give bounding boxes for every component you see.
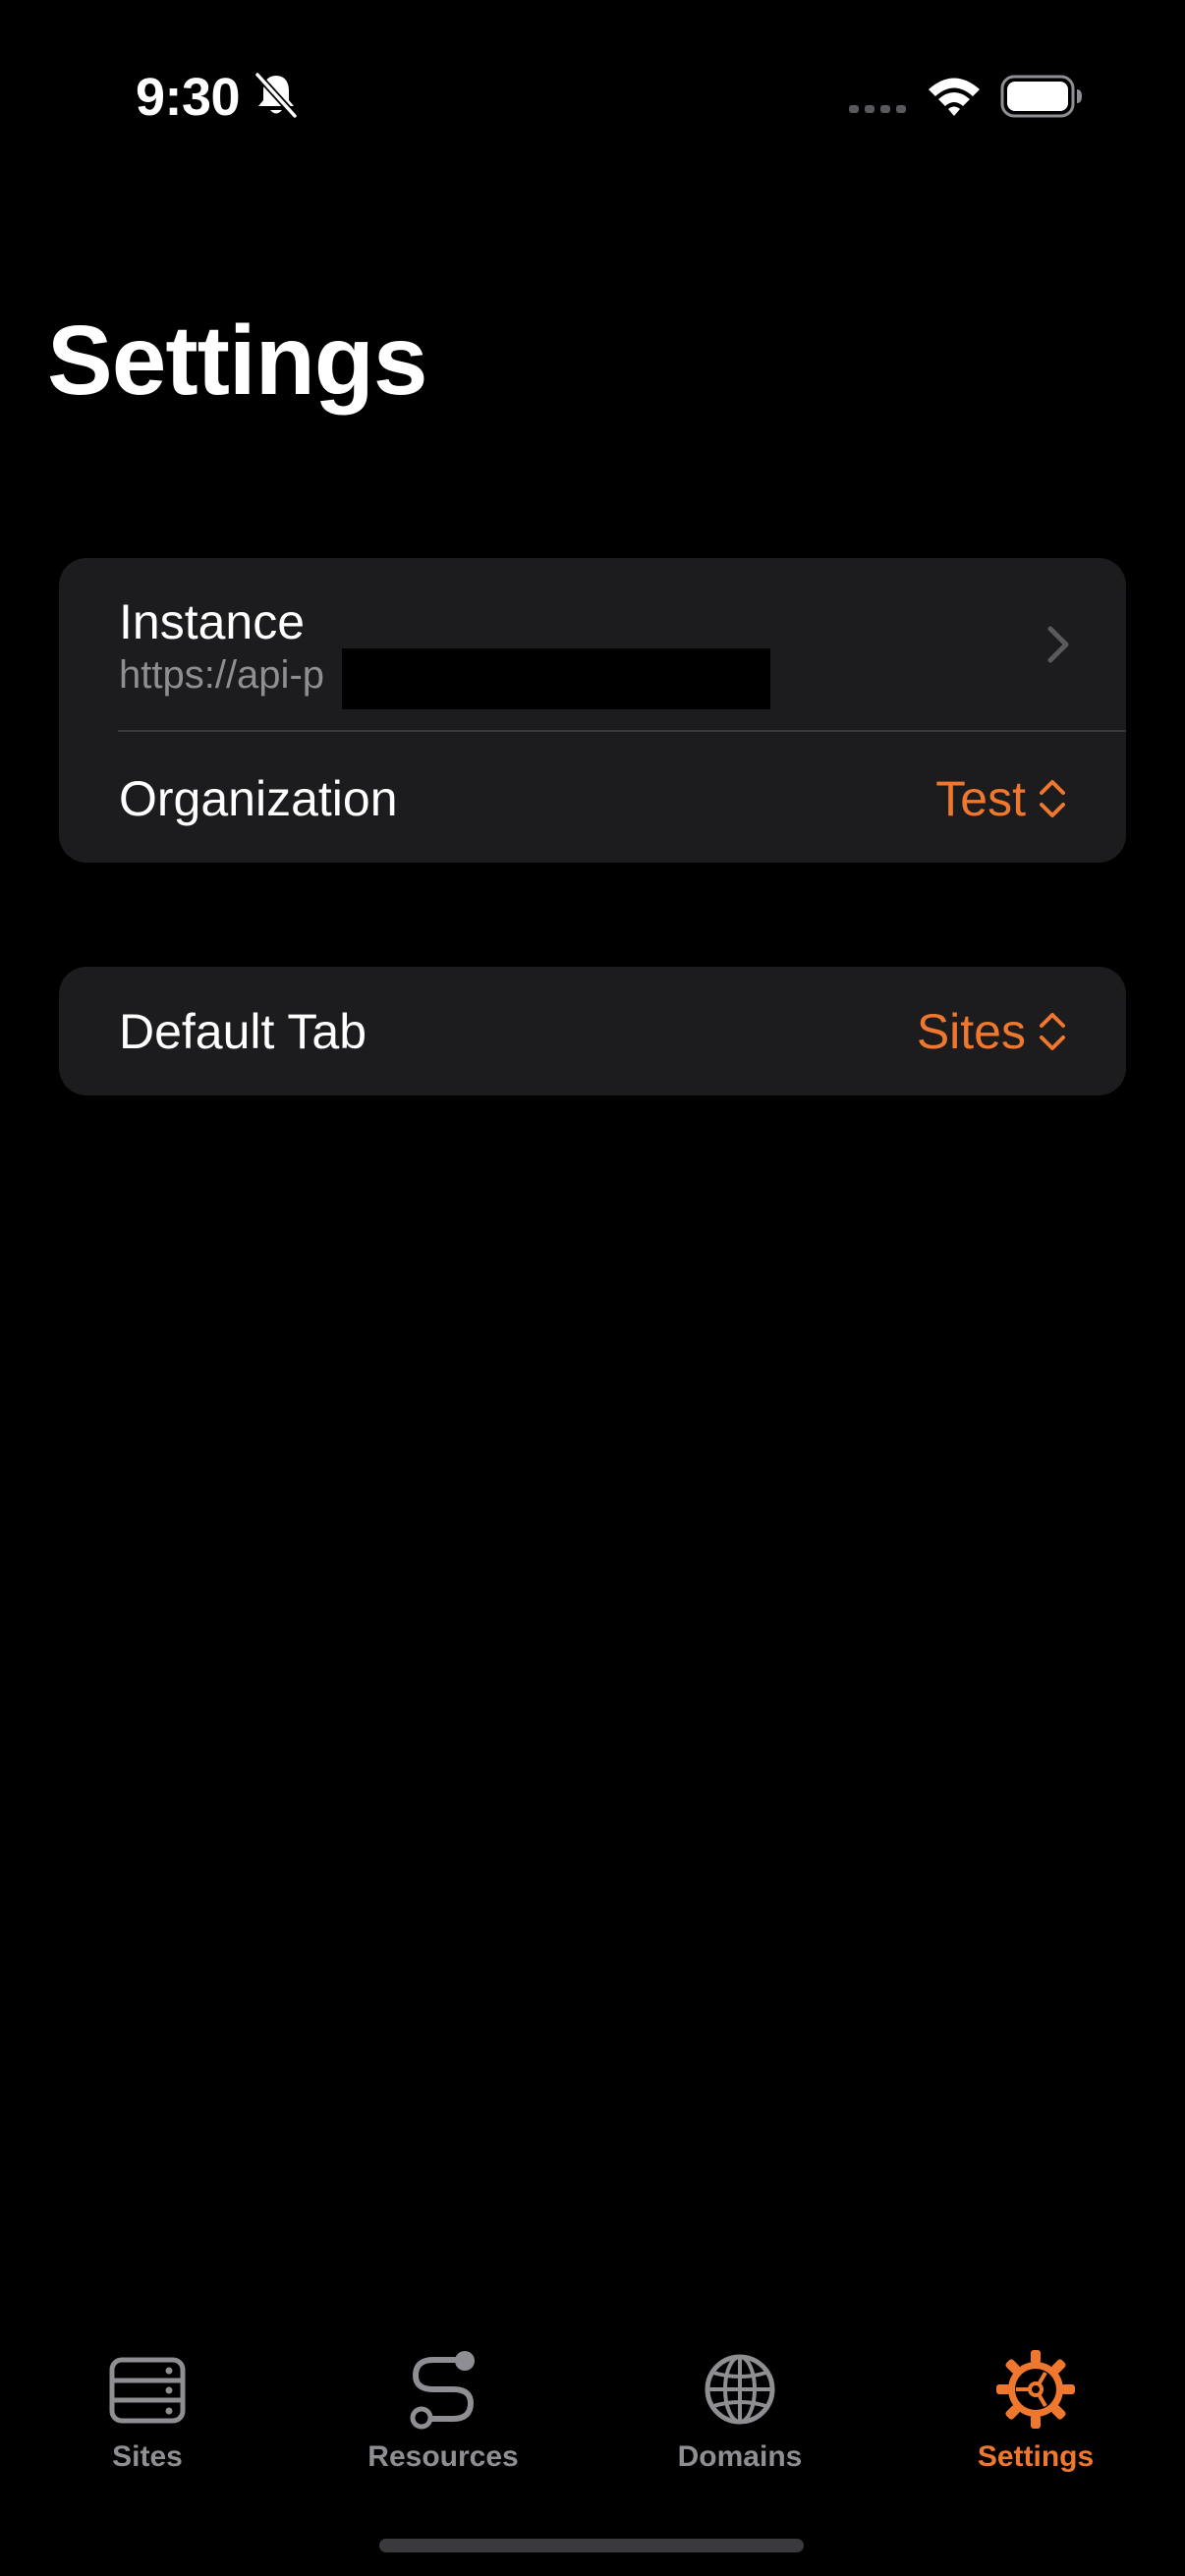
battery-icon [1000, 75, 1082, 118]
route-icon [410, 2351, 475, 2430]
page-title: Settings [47, 306, 427, 416]
status-bar: 9:30 [0, 0, 1185, 187]
tab-label: Settings [977, 2440, 1095, 2473]
tab-resources[interactable]: Resources [296, 2328, 591, 2486]
tab-settings[interactable]: Settings [888, 2328, 1183, 2486]
instance-row[interactable]: Instance https://api-p [59, 558, 1126, 731]
instance-url: https://api-p [119, 653, 325, 697]
organization-label: Organization [119, 771, 398, 826]
server-rack-icon [109, 2357, 186, 2424]
default-tab-row[interactable]: Default Tab Sites [59, 967, 1126, 1095]
settings-group-preferences: Default Tab Sites [59, 967, 1126, 1095]
default-tab-label: Default Tab [119, 1004, 367, 1059]
bell-slash-icon [254, 72, 298, 119]
cellular-icon [849, 105, 906, 113]
chevron-right-icon [1047, 626, 1069, 663]
organization-row[interactable]: Organization Test [59, 731, 1126, 863]
wifi-icon [929, 78, 980, 116]
gear-icon [996, 2350, 1075, 2429]
status-time: 9:30 [136, 68, 241, 127]
default-tab-picker[interactable]: Sites [917, 1003, 1067, 1060]
organization-value: Test [935, 771, 1026, 826]
tab-label: Domains [677, 2440, 803, 2473]
tab-domains[interactable]: Domains [592, 2328, 887, 2486]
default-tab-value: Sites [916, 1004, 1026, 1059]
chevron-up-down-icon [1040, 780, 1065, 817]
settings-group-connection: Instance https://api-p Organization Test [59, 558, 1126, 863]
redaction-box [342, 648, 770, 709]
tab-sites[interactable]: Sites [0, 2328, 295, 2486]
globe-icon [705, 2354, 775, 2425]
organization-picker[interactable]: Test [935, 770, 1067, 827]
instance-label: Instance [119, 594, 306, 649]
tab-label: Resources [367, 2440, 519, 2473]
home-indicator[interactable] [379, 2539, 804, 2552]
chevron-up-down-icon [1040, 1013, 1065, 1050]
tab-label: Sites [112, 2440, 183, 2473]
